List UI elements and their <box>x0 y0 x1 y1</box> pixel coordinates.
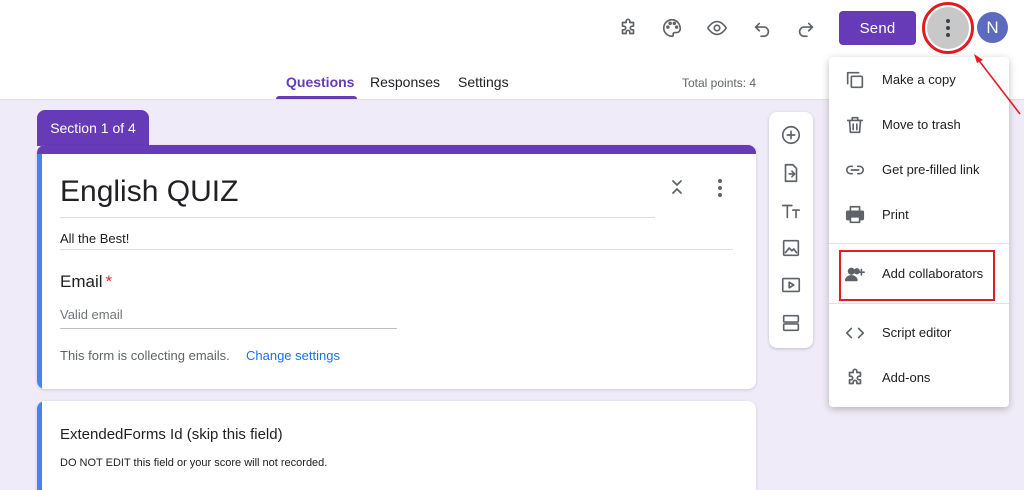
undo-icon[interactable] <box>744 10 780 46</box>
divider <box>60 217 655 218</box>
import-questions-icon[interactable] <box>780 162 802 184</box>
email-field-underline <box>60 328 397 329</box>
send-button[interactable]: Send <box>839 11 916 45</box>
highlight-annotation <box>839 250 995 301</box>
tab-settings[interactable]: Settings <box>458 74 509 90</box>
accent-stripe <box>37 145 756 154</box>
total-points: Total points: 4 <box>682 76 757 90</box>
menu-item-label: Add-ons <box>882 370 931 385</box>
focus-indicator <box>37 154 42 389</box>
trash-icon <box>844 114 866 136</box>
add-video-icon[interactable] <box>780 274 802 296</box>
more-options-button[interactable] <box>922 2 974 54</box>
palette-icon[interactable] <box>654 10 690 46</box>
form-header-card[interactable]: English QUIZ All the Best! Email * Valid … <box>37 145 756 389</box>
menu-item-prefilled-link[interactable]: Get pre-filled link <box>829 150 1009 190</box>
copy-icon <box>844 69 866 91</box>
menu-item-label: Script editor <box>882 325 952 340</box>
menu-item-addons[interactable]: Add-ons <box>829 358 1009 398</box>
collecting-emails-text: This form is collecting emails. <box>60 348 230 363</box>
menu-item-label: Get pre-filled link <box>882 162 980 177</box>
menu-divider <box>829 303 1009 304</box>
active-tab-indicator <box>276 96 357 99</box>
change-settings-link[interactable]: Change settings <box>246 348 340 363</box>
add-section-icon[interactable] <box>780 312 802 334</box>
section-more-icon[interactable] <box>713 179 727 197</box>
question-title[interactable]: ExtendedForms Id (skip this field) <box>60 426 283 443</box>
form-title[interactable]: English QUIZ <box>60 175 238 209</box>
question-card[interactable]: ExtendedForms Id (skip this field) DO NO… <box>37 401 756 490</box>
email-field[interactable]: Valid email <box>60 307 123 322</box>
add-title-icon[interactable] <box>780 200 802 222</box>
section-label: Section 1 of 4 <box>37 110 149 146</box>
email-label: Email * <box>60 272 112 292</box>
question-indicator <box>37 401 42 490</box>
floating-toolbar <box>769 112 813 348</box>
divider <box>60 249 733 250</box>
menu-item-script-editor[interactable]: Script editor <box>829 313 1009 353</box>
more-vert-icon <box>927 7 969 49</box>
add-image-icon[interactable] <box>780 237 802 259</box>
menu-item-label: Make a copy <box>882 72 956 87</box>
menu-item-print[interactable]: Print <box>829 195 1009 235</box>
puzzle-icon <box>844 367 866 389</box>
redo-icon[interactable] <box>788 10 824 46</box>
link-icon <box>844 159 866 181</box>
arrow-annotation <box>974 54 1021 115</box>
question-description[interactable]: DO NOT EDIT this field or your score wil… <box>60 457 327 469</box>
avatar[interactable]: N <box>977 12 1008 43</box>
required-mark: * <box>105 272 113 291</box>
code-icon <box>844 322 866 344</box>
tab-questions[interactable]: Questions <box>286 74 354 90</box>
menu-item-label: Print <box>882 207 909 222</box>
menu-item-label: Move to trash <box>882 117 961 132</box>
add-question-icon[interactable] <box>780 124 802 146</box>
print-icon <box>844 204 866 226</box>
eye-icon[interactable] <box>699 10 735 46</box>
form-description[interactable]: All the Best! <box>60 231 129 246</box>
collapse-section-icon[interactable] <box>667 177 687 197</box>
addons-puzzle-icon[interactable] <box>610 10 646 46</box>
tab-responses[interactable]: Responses <box>370 74 440 90</box>
email-label-text: Email <box>60 272 103 291</box>
menu-divider <box>829 243 1009 244</box>
